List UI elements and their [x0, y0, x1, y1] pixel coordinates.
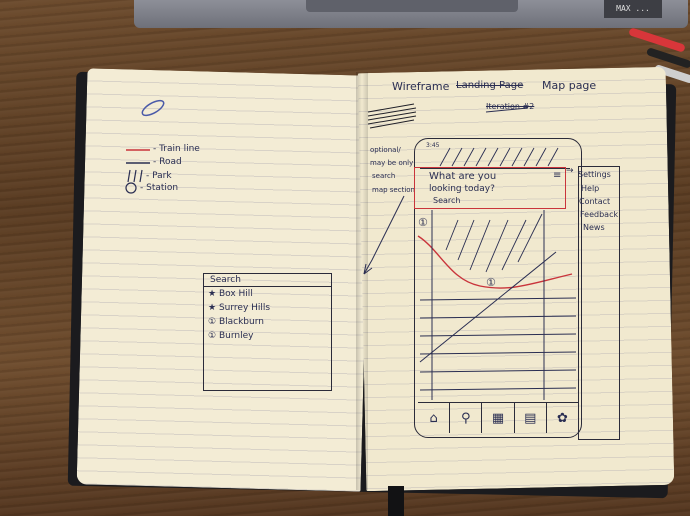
search-item: ① Blackburn	[204, 315, 331, 329]
side-menu-panel	[578, 166, 620, 440]
laptop-trackpad	[306, 0, 518, 12]
settings-icon: ✿	[556, 410, 568, 426]
search-item: ★ Surrey Hills	[204, 301, 331, 315]
search-banner: What are you looking today? Search ≡	[414, 167, 566, 209]
home-icon: ⌂	[418, 403, 451, 433]
legend-station: - Station	[140, 183, 179, 193]
station-marker-icon: ①	[418, 216, 428, 229]
station-icon: ①	[208, 317, 217, 327]
phone-status-bar: 3:45	[420, 142, 570, 169]
legend-park: - Park	[146, 171, 172, 181]
laptop-sticker: MAX ...	[604, 0, 662, 18]
struck-subtitle: Iteration #2	[486, 102, 535, 111]
menu-item-contact: Contact	[579, 197, 611, 206]
map-page-title: Map page	[542, 79, 597, 92]
legend-train-line: - Train line	[153, 144, 200, 154]
struck-title: Landing Page	[456, 80, 524, 91]
banner-heading: What are you	[429, 171, 497, 182]
annotation-note: optional/	[370, 146, 401, 154]
station-marker-icon: ①	[486, 276, 496, 289]
station-icon: ①	[208, 331, 217, 341]
notebook-gutter	[356, 72, 368, 490]
arrow-right-icon: →	[566, 166, 574, 176]
search-item-label: Blackburn	[218, 317, 264, 327]
star-icon: ★	[208, 303, 217, 313]
search-item-label: Burnley	[218, 331, 254, 341]
search-item-label: Surrey Hills	[218, 303, 271, 313]
status-time: 3:45	[426, 142, 440, 149]
menu-item-help: Help	[581, 184, 600, 193]
star-icon: ★	[208, 289, 217, 299]
menu-item-news: News	[583, 223, 605, 232]
bottom-nav: ⌂ ⚲ ▦ ▤ ✿	[418, 402, 578, 433]
annotation-note: map section	[372, 186, 415, 194]
bookmark-ribbon	[388, 486, 404, 516]
list-icon: ▤	[515, 403, 547, 433]
menu-icon: ≡	[553, 170, 562, 181]
menu-item-feedback: Feedback	[580, 210, 619, 219]
banner-search-field: Search	[433, 196, 461, 205]
search-item: ★ Box Hill	[204, 287, 331, 301]
wireframe-title: Wireframe	[392, 80, 450, 93]
search-item-label: Box Hill	[218, 289, 253, 299]
annotation-note: may be only	[370, 159, 414, 167]
menu-item-settings: Settings	[578, 170, 611, 179]
laptop: MAX ...	[134, 0, 688, 28]
banner-subheading: looking today?	[429, 184, 495, 194]
annotation-note: search	[372, 172, 396, 180]
search-panel-title: Search	[204, 274, 331, 287]
search-panel-sketch: Search ★ Box Hill ★ Surrey Hills ① Black…	[203, 273, 332, 391]
pin-icon: ⚲	[450, 403, 483, 433]
legend-road: - Road	[153, 157, 182, 167]
search-item: ① Burnley	[204, 329, 331, 343]
map-icon: ▦	[482, 403, 515, 433]
